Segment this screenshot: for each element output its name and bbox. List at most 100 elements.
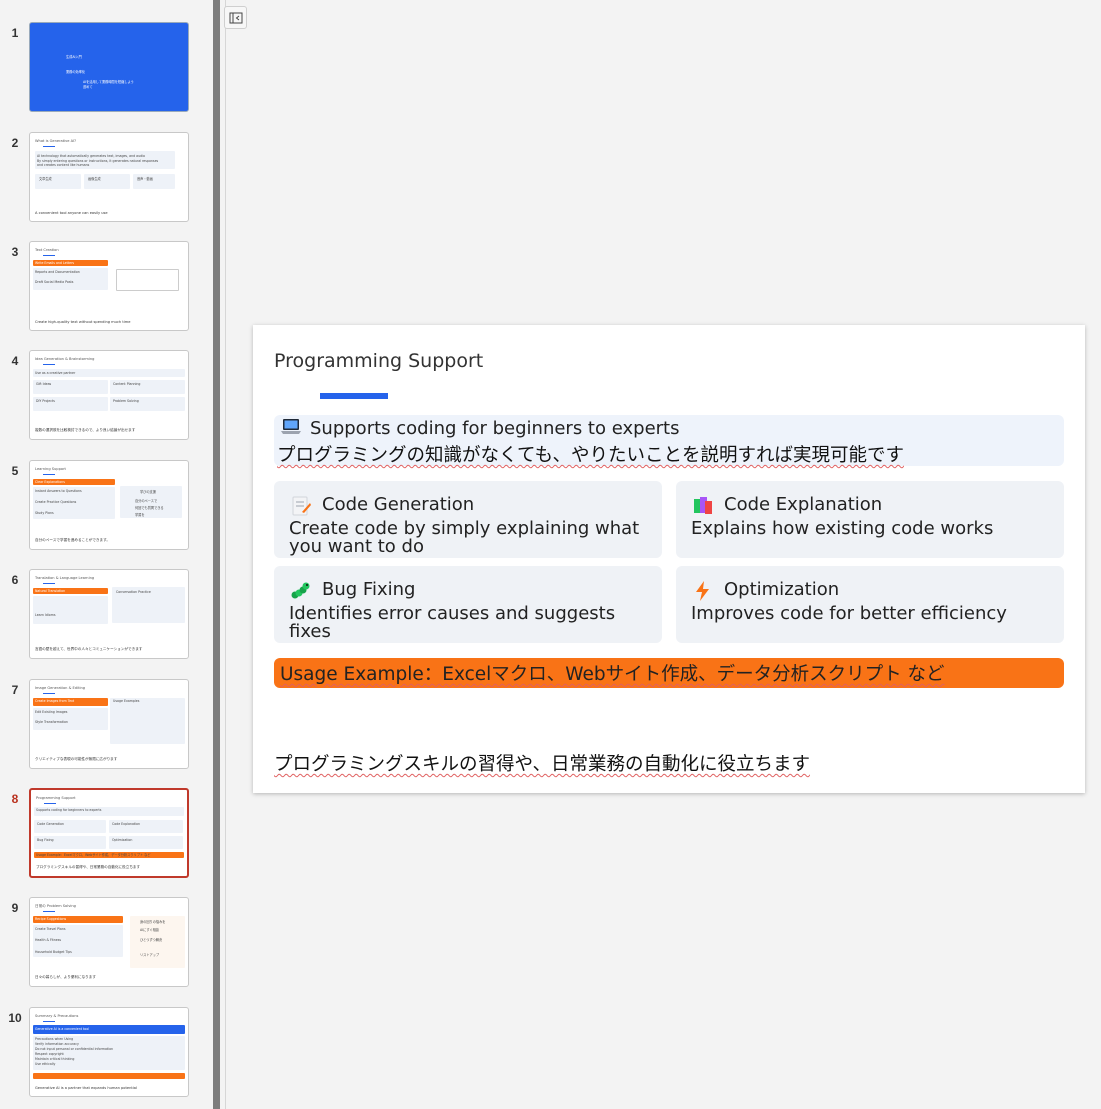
- thumb-text: AIを活用して業務時間を短縮しよう: [83, 80, 134, 84]
- thumb-footer: 日々の暮らしが、より便利になります: [35, 975, 96, 979]
- thumb-text: 業務の効率化: [66, 70, 86, 74]
- card-heading: Optimization: [724, 579, 840, 600]
- memo-icon: [292, 496, 311, 516]
- feature-card-bug-fixing[interactable]: Bug Fixing Identifies error causes and s…: [274, 566, 662, 643]
- thumb-title: What is Generative AI?: [35, 139, 77, 143]
- thumb-text: Precautions when Using: [35, 1037, 74, 1041]
- banner-heading: Supports coding for beginners to experts: [310, 418, 680, 439]
- thumb-text: Generative AI is a convenient tool: [35, 1027, 90, 1031]
- thumb-text: AI technology that automatically generat…: [37, 154, 145, 158]
- thumb-footer: Create high-quality text without spendin…: [35, 320, 131, 324]
- bug-icon: [291, 582, 310, 599]
- card-heading: Code Explanation: [724, 494, 883, 515]
- slide-editor: 1 生成AI入門 業務の効率化 AIを活用して業務時間を短縮しよう 進めて 2 …: [0, 0, 1101, 1109]
- thumb-text: Code Explanation: [112, 822, 141, 826]
- thumb-text: Respect copyright: [35, 1052, 64, 1056]
- slide-thumbnail-1[interactable]: 生成AI入門 業務の効率化 AIを活用して業務時間を短縮しよう 進めて: [29, 22, 189, 112]
- slide-title[interactable]: Programming Support: [274, 350, 483, 372]
- thumb-text: Do not input personal or confidential in…: [35, 1047, 114, 1051]
- thumb-accent: [44, 803, 56, 804]
- slide-thumbnail-10[interactable]: Summary & Precautions Generative AI is a…: [29, 1007, 189, 1097]
- panel-splitter[interactable]: [213, 0, 220, 1109]
- thumb-text: 身の回りの悩みを: [140, 920, 166, 924]
- slide-thumbnail-2[interactable]: What is Generative AI? AI technology tha…: [29, 132, 189, 222]
- collapse-panel-button[interactable]: [224, 6, 247, 29]
- slide-thumbnail-3[interactable]: Text Creation Write Emails and Letters R…: [29, 241, 189, 331]
- thumbnail-row-10[interactable]: 10 Summary & Precautions Generative AI i…: [0, 1007, 212, 1099]
- slide-number: 6: [11, 573, 19, 587]
- thumb-text: Problem Solving: [113, 399, 139, 403]
- thumb-text: Usage Examples: [113, 699, 140, 703]
- thumbnail-row-6[interactable]: 6 Translation & Language Learning Natura…: [0, 569, 212, 661]
- card-heading: Bug Fixing: [322, 579, 416, 600]
- thumb-accent: [43, 911, 55, 912]
- thumb-text: Create Practice Questions: [35, 500, 77, 504]
- intro-banner[interactable]: Supports coding for beginners to experts…: [274, 415, 1064, 466]
- slide-summary[interactable]: プログラミングスキルの習得や、日常業務の自動化に役立ちます: [274, 750, 810, 776]
- thumb-text: 何回でも質問できる: [135, 506, 164, 510]
- thumb-text: Write Emails and Letters: [35, 261, 75, 265]
- thumb-text: Usage Example：Excelマクロ、Webサイト作成、データ分析スクリ…: [36, 853, 151, 857]
- thumb-text: Clear Explanations: [35, 480, 65, 484]
- thumb-highlight: [33, 1073, 185, 1079]
- thumb-accent: [43, 364, 55, 365]
- thumb-text: Bug Fixing: [37, 838, 54, 842]
- feature-card-optimization[interactable]: Optimization Improves code for better ef…: [676, 566, 1064, 643]
- usage-example-text: Usage Example：Excelマクロ、Webサイト作成、データ分析スクリ…: [280, 664, 945, 685]
- thumbnail-row-3[interactable]: 3 Text Creation Write Emails and Letters…: [0, 241, 212, 333]
- card-description: Improves code for better efficiency: [691, 603, 1007, 624]
- slide-thumbnail-panel: 1 生成AI入門 業務の効率化 AIを活用して業務時間を短縮しよう 進めて 2 …: [0, 0, 212, 1109]
- slide-thumbnail-9[interactable]: 日常の Problem Solving Recipe Suggestions C…: [29, 897, 189, 987]
- thumb-box: [116, 269, 179, 291]
- slide-number: 8: [11, 792, 19, 806]
- slide-thumbnail-5[interactable]: Learning Support Clear Explanations Inst…: [29, 460, 189, 550]
- thumb-text: DIY Projects: [36, 399, 55, 403]
- thumbnail-row-9[interactable]: 9 日常の Problem Solving Recipe Suggestions…: [0, 897, 212, 989]
- feature-card-code-generation[interactable]: Code Generation Create code by simply ex…: [274, 481, 662, 558]
- thumb-text: Edit Existing Images: [35, 710, 68, 714]
- books-icon: [694, 497, 712, 514]
- thumb-text: Learn Idioms: [35, 613, 56, 617]
- thumb-footer: 言語の壁を越えて、世界中の人々とコミュニケーションができます: [35, 647, 143, 651]
- thumb-footer: プログラミングスキルの習得や、日常業務の自動化に役立ちます: [36, 865, 141, 869]
- feature-card-code-explanation[interactable]: Code Explanation Explains how existing c…: [676, 481, 1064, 558]
- thumb-text: Use ethically: [35, 1062, 56, 1066]
- slide-thumbnail-6[interactable]: Translation & Language Learning Natural …: [29, 569, 189, 659]
- thumb-text: ひとつずつ解決: [140, 938, 163, 942]
- thumbnail-row-7[interactable]: 7 Image Generation & Editing Create Imag…: [0, 679, 212, 771]
- slide-thumbnail-8-selected[interactable]: Programming Support Supports coding for …: [29, 788, 189, 878]
- thumb-accent: [43, 1021, 55, 1022]
- thumb-accent: [43, 583, 55, 584]
- thumb-text: AIにすぐ相談: [140, 928, 160, 932]
- thumb-text: Code Generation: [37, 822, 64, 826]
- banner-subtext: プログラミングの知識がなくても、やりたいことを説明すれば実現可能です: [277, 445, 904, 466]
- lightning-icon: [696, 581, 709, 601]
- slide-thumbnail-7[interactable]: Image Generation & Editing Create Images…: [29, 679, 189, 769]
- slide-number: 4: [11, 354, 19, 368]
- thumb-footer: Generative AI is a partner that expands …: [35, 1086, 137, 1090]
- thumb-text: Recipe Suggestions: [35, 917, 67, 921]
- thumbnail-row-5[interactable]: 5 Learning Support Clear Explanations In…: [0, 460, 212, 552]
- thumb-text: Maintain critical thinking: [35, 1057, 75, 1061]
- thumb-title: Translation & Language Learning: [35, 576, 95, 580]
- card-heading: Code Generation: [322, 494, 475, 515]
- thumb-text: 音声・動画: [137, 177, 153, 181]
- thumb-box: [33, 596, 108, 624]
- thumb-text: Household Budget Tips: [35, 950, 72, 954]
- thumb-text: Conversation Practice: [116, 590, 151, 594]
- thumbnail-row-8[interactable]: 8 Programming Support Supports coding fo…: [0, 788, 212, 880]
- usage-example-bar[interactable]: Usage Example：Excelマクロ、Webサイト作成、データ分析スクリ…: [274, 658, 1064, 688]
- thumb-text: Reports and Documentation: [35, 270, 80, 274]
- thumb-text: 学習を: [135, 513, 145, 517]
- thumb-title: Summary & Precautions: [35, 1014, 79, 1018]
- thumbnail-row-2[interactable]: 2 What is Generative AI? AI technology t…: [0, 132, 212, 224]
- thumb-text: Verify information accuracy: [35, 1042, 79, 1046]
- thumb-accent: [43, 693, 55, 694]
- thumbnail-row-4[interactable]: 4 Idea Generation & Brainstorming Use as…: [0, 350, 212, 442]
- thumb-text: 自分のペースで: [135, 499, 158, 503]
- thumbnail-row-1[interactable]: 1 生成AI入門 業務の効率化 AIを活用して業務時間を短縮しよう 進めて: [0, 22, 212, 114]
- slide-thumbnail-4[interactable]: Idea Generation & Brainstorming Use as a…: [29, 350, 189, 440]
- card-description: Create code by simply explaining what yo…: [289, 518, 640, 557]
- slide-canvas[interactable]: Programming Support Supports coding for …: [253, 325, 1085, 793]
- thumb-title: Text Creation: [35, 248, 59, 252]
